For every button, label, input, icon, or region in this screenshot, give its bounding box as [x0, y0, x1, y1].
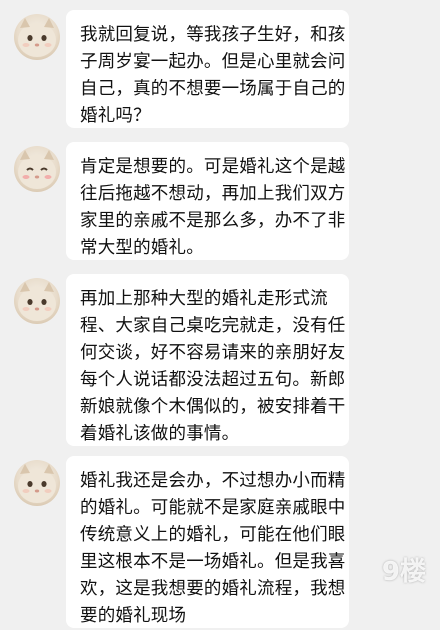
message-line: 传统意义上的婚礼，可能在他们眼	[80, 525, 346, 545]
message-line: 我就回复说，等我孩子生好，和孩	[80, 25, 346, 45]
message-line: 何交谈，好不容易请来的亲朋好友	[80, 343, 346, 363]
message-bubble[interactable]: 我就回复说，等我孩子生好，和孩 子周岁宴一起办。但是心里就会问 自己，真的不想要…	[66, 10, 349, 128]
message-bubble[interactable]: 肯定是想要的。可是婚礼这个是越 往后拖越不想动，再加上我们双方 家里的亲戚不是那…	[66, 142, 349, 260]
message-line: 肯定是想要的。可是婚礼这个是越	[80, 157, 346, 177]
message-line: 自己，真的不想要一场属于自己的	[80, 79, 346, 99]
message-line: 再加上那种大型的婚礼走形式流	[80, 289, 328, 309]
message-bubble[interactable]: 再加上那种大型的婚礼走形式流 程、大家自己桌吃完就走，没有任 何交谈，好不容易请…	[66, 274, 349, 446]
message-line: 婚礼我还是会办，不过想办小而精	[80, 471, 346, 491]
message-line: 婚礼吗？	[80, 106, 151, 126]
avatar[interactable]	[14, 14, 60, 60]
message-line: 欢，这是我想要的婚礼流程，我想	[80, 579, 346, 599]
message-line: 往后拖越不想动，再加上我们双方	[80, 184, 346, 204]
message-line: 程、大家自己桌吃完就走，没有任	[80, 316, 346, 336]
cat-avatar-icon	[18, 464, 56, 503]
avatar[interactable]	[14, 146, 60, 192]
avatar[interactable]	[14, 278, 60, 324]
avatar[interactable]	[14, 460, 60, 506]
message-line: 里这根本不是一场婚礼。但是我喜	[80, 552, 346, 572]
cat-avatar-icon	[18, 18, 56, 57]
cat-avatar-icon	[18, 282, 56, 321]
message-line: 着婚礼该做的事情。	[80, 424, 240, 444]
site-watermark: 9楼	[368, 557, 436, 598]
message-line: 家里的亲戚不是那么多，办不了非	[80, 211, 346, 231]
message-line: 子周岁宴一起办。但是心里就会问	[80, 52, 346, 72]
watermark-text: 9楼	[381, 557, 426, 587]
chat-message-list: 我就回复说，等我孩子生好，和孩 子周岁宴一起办。但是心里就会问 自己，真的不想要…	[0, 0, 440, 628]
message-line: 的婚礼。可能就不是家庭亲戚眼中	[80, 498, 346, 518]
message-bubble[interactable]: 婚礼我还是会办，不过想办小而精 的婚礼。可能就不是家庭亲戚眼中 传统意义上的婚礼…	[66, 456, 349, 628]
message-line: 要的婚礼现场	[80, 606, 187, 626]
cat-avatar-icon	[18, 150, 56, 189]
message-line: 新娘就像个木偶似的，被安排着干	[80, 397, 346, 417]
message-line: 常大型的婚礼。	[80, 238, 204, 258]
message-line: 每个人说话都没法超过五句。新郎	[80, 370, 346, 390]
